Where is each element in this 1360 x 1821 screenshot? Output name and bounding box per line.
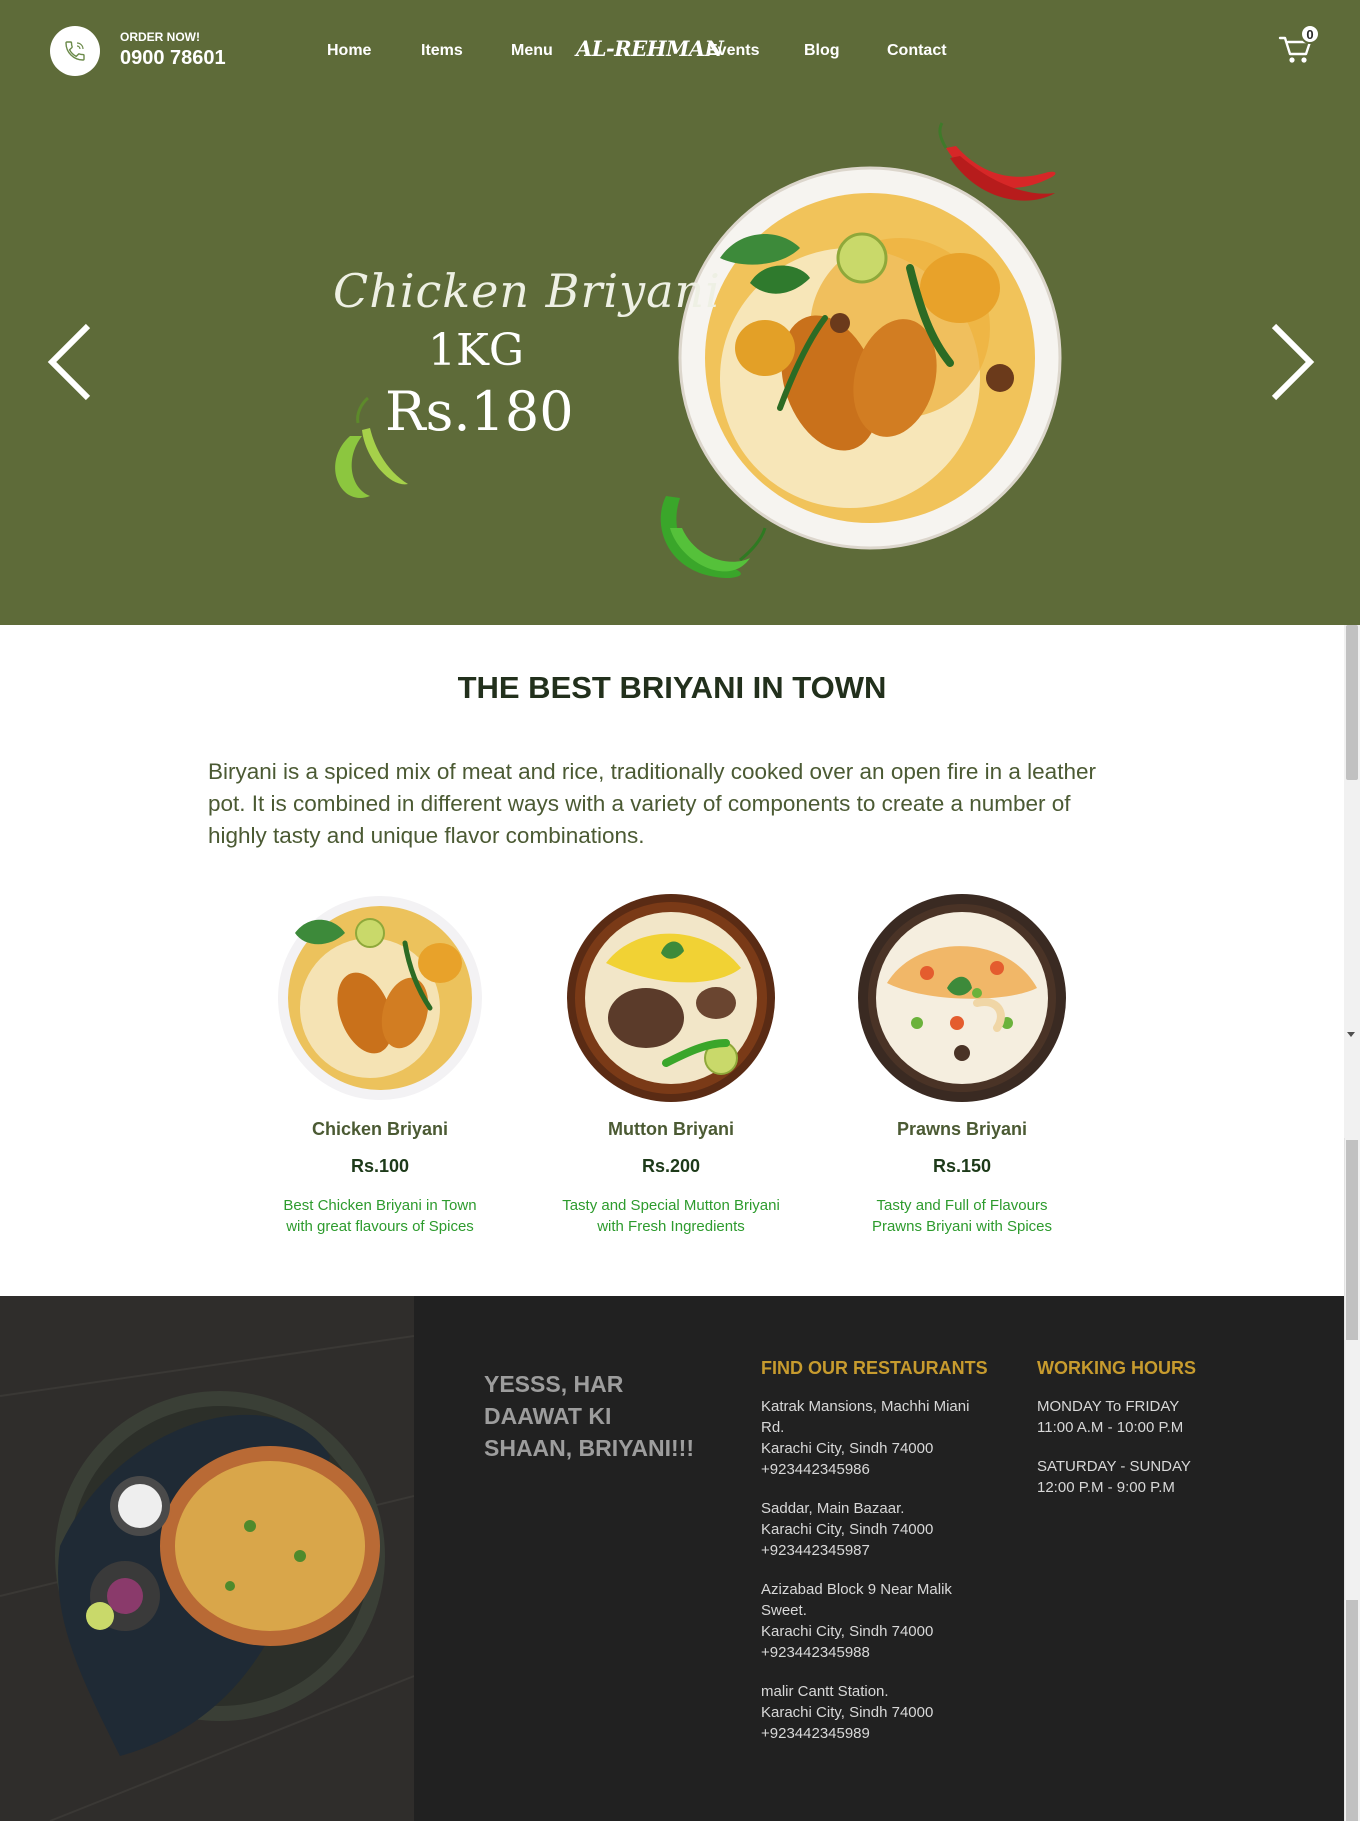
location-address: Katrak Mansions, Machhi Miani Rd. (761, 1398, 970, 1436)
nav-events[interactable]: Events (707, 42, 759, 60)
location-address: malir Cantt Station. (761, 1683, 889, 1700)
slide-dish-weight: 1KG (428, 325, 525, 376)
location-phone[interactable]: +923442345986 (761, 1459, 991, 1480)
menu-item-description: Tasty and Special Mutton Briyani with Fr… (562, 1197, 780, 1235)
menu-item-description: Tasty and Full of Flavours Prawns Briyan… (871, 1197, 1053, 1235)
footer-biryani-photo (0, 1296, 414, 1821)
chicken-briyani-image (278, 896, 482, 1100)
restaurant-locations-list: Katrak Mansions, Machhi Miani Rd. Karach… (761, 1396, 991, 1762)
slider-prev-arrow-icon[interactable] (46, 322, 96, 402)
footer: YESSS, HAR DAAWAT KI SHAAN, BRIYANI!!! F… (0, 1296, 1344, 1821)
menu-item-description: Best Chicken Briyani in Town with great … (283, 1197, 477, 1235)
restaurant-location: Azizabad Block 9 Near Malik Sweet. Karac… (761, 1579, 991, 1663)
hours-time: 11:00 A.M - 10:00 P.M (1037, 1419, 1184, 1436)
restaurant-location: Saddar, Main Bazaar. Karachi City, Sindh… (761, 1498, 991, 1561)
menu-item-price: Rs.100 (350, 1156, 410, 1176)
nav-blog[interactable]: Blog (804, 42, 840, 60)
menu-card-chicken[interactable]: Chicken Briyani Rs.100 Best Chicken Briy… (250, 893, 510, 1237)
menu-item-name: Chicken Briyani (311, 1119, 449, 1139)
location-phone[interactable]: +923442345987 (761, 1540, 991, 1561)
working-hours-list: MONDAY To FRIDAY 11:00 A.M - 10:00 P.M S… (1037, 1396, 1257, 1516)
menu-item-name: Prawns Briyani (896, 1119, 1028, 1139)
hours-time: 12:00 P.M - 9:00 P.M (1037, 1479, 1175, 1496)
slider-next-arrow-icon[interactable] (1266, 322, 1316, 402)
footer-slogan: YESSS, HAR DAAWAT KI SHAAN, BRIYANI!!! (484, 1371, 694, 1461)
order-now-label: ORDER NOW! (120, 30, 200, 44)
nav-menu[interactable]: Menu (511, 42, 553, 60)
menu-card-mutton[interactable]: Mutton Briyani Rs.200 Tasty and Special … (541, 893, 801, 1237)
page-scrollbar-thumb[interactable] (1346, 625, 1358, 780)
menu-item-price: Rs.200 (641, 1156, 701, 1176)
slide-dish-title: Chicken Briyani (333, 264, 721, 318)
location-city: Karachi City, Sindh 74000 (761, 1440, 934, 1457)
location-phone[interactable]: +923442345989 (761, 1723, 991, 1744)
location-phone[interactable]: +923442345988 (761, 1642, 991, 1663)
top-navigation-bar: ORDER NOW! 0900 78601 Home Items Menu AL… (0, 0, 1360, 104)
brand-logo[interactable]: AL-REHMAN (576, 36, 724, 61)
prawns-briyani-image (858, 894, 1066, 1102)
location-address: Saddar, Main Bazaar. (761, 1500, 905, 1517)
menu-card-prawns[interactable]: Prawns Briyani Rs.150 Tasty and Full of … (832, 893, 1092, 1237)
nav-contact[interactable]: Contact (887, 42, 947, 60)
location-city: Karachi City, Sindh 74000 (761, 1521, 934, 1538)
page-scrollbar-thumb-bottom[interactable] (1346, 1600, 1358, 1821)
section-intro-text: Biryani is a spiced mix of meat and rice… (208, 759, 1096, 848)
hours-days: MONDAY To FRIDAY (1037, 1398, 1180, 1415)
menu-item-name: Mutton Briyani (608, 1119, 734, 1139)
location-city: Karachi City, Sindh 74000 (761, 1704, 934, 1721)
section-title: THE BEST BRIYANI IN TOWN (457, 670, 887, 705)
hero-biryani-plate-image (335, 122, 1062, 578)
slide-dish-price: Rs.180 (385, 380, 574, 443)
restaurant-location: malir Cantt Station. Karachi City, Sindh… (761, 1681, 991, 1744)
hours-entry: MONDAY To FRIDAY 11:00 A.M - 10:00 P.M (1037, 1396, 1257, 1438)
mutton-briyani-image (567, 894, 775, 1102)
working-hours-heading: WORKING HOURS (1037, 1358, 1196, 1378)
hours-days: SATURDAY - SUNDAY (1037, 1458, 1191, 1475)
hero-banner: ORDER NOW! 0900 78601 Home Items Menu AL… (0, 0, 1360, 625)
phone-icon[interactable] (50, 26, 100, 76)
cart-count-badge: 0 (1300, 24, 1320, 44)
location-address: Azizabad Block 9 Near Malik Sweet. (761, 1581, 952, 1619)
page-scrollbar-thumb-lower[interactable] (1346, 1140, 1358, 1340)
nav-items[interactable]: Items (421, 42, 463, 60)
nav-home[interactable]: Home (327, 42, 371, 60)
location-city: Karachi City, Sindh 74000 (761, 1623, 934, 1640)
hours-entry: SATURDAY - SUNDAY 12:00 P.M - 9:00 P.M (1037, 1456, 1257, 1498)
menu-item-price: Rs.150 (932, 1156, 992, 1176)
scroll-down-arrow-icon[interactable] (1347, 1032, 1355, 1037)
restaurants-heading: FIND OUR RESTAURANTS (761, 1358, 988, 1378)
restaurant-location: Katrak Mansions, Machhi Miani Rd. Karach… (761, 1396, 991, 1480)
order-phone-number[interactable]: 0900 78601 (120, 47, 226, 70)
